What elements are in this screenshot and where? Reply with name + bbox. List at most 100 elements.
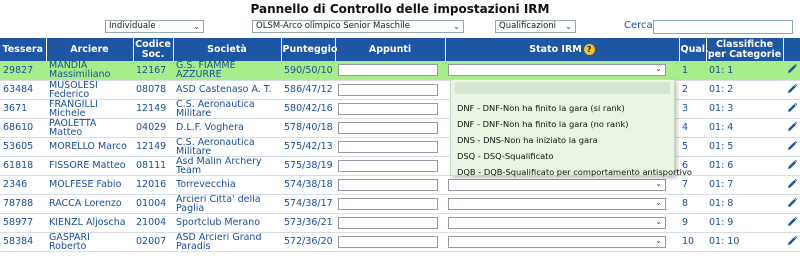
edit-icon[interactable] bbox=[786, 159, 798, 174]
arciere-cell: FRANGILLI Michele bbox=[46, 99, 133, 119]
col-tessera[interactable]: Tessera bbox=[0, 38, 47, 61]
qual-cell: 1 bbox=[679, 61, 706, 81]
appunti-cell bbox=[335, 232, 445, 252]
appunti-input[interactable] bbox=[338, 102, 438, 115]
irm-select[interactable]: ⌄ bbox=[448, 235, 666, 248]
irm-select[interactable]: ⌄ bbox=[448, 64, 666, 77]
edit-cell bbox=[783, 156, 800, 176]
help-icon[interactable]: ? bbox=[583, 44, 595, 55]
edit-cell bbox=[783, 99, 800, 119]
chevron-down-icon: ⌄ bbox=[655, 216, 662, 226]
punteggio-cell: 575/38/19 bbox=[281, 156, 335, 176]
irm-option-dqb[interactable]: DQB - DQB-Squalificato per comportamento… bbox=[451, 164, 692, 180]
edit-icon[interactable] bbox=[786, 83, 798, 98]
table-row: 29827 MANDIA Massimiliano 12167 G.S. FIAMME… bbox=[0, 61, 800, 81]
edit-icon[interactable] bbox=[786, 102, 798, 117]
chevron-down-icon: ⌄ bbox=[655, 197, 662, 207]
irm-option-dnf-norank[interactable]: DNF - DNF-Non ha finito la gara (no rank… bbox=[451, 116, 674, 132]
division-select[interactable]: OLSM-Arco olimpico Senior Maschile ⌄ bbox=[252, 20, 464, 33]
classifica-cell: 01: 1 bbox=[706, 61, 783, 81]
col-classifiche[interactable]: Classifiche per Categorie bbox=[706, 38, 784, 61]
stato-irm-cell: ⌄ bbox=[445, 232, 679, 252]
punteggio-cell: 574/38/18 bbox=[281, 175, 335, 195]
edit-icon[interactable] bbox=[786, 216, 798, 231]
irm-select[interactable]: ⌄ bbox=[448, 178, 666, 191]
societa-cell: Arcieri Citta' della Paglia bbox=[173, 194, 281, 214]
edit-icon[interactable] bbox=[786, 121, 798, 136]
phase-select[interactable]: Qualificazioni ⌄ bbox=[495, 20, 576, 33]
appunti-input[interactable] bbox=[338, 197, 438, 210]
appunti-input[interactable] bbox=[338, 216, 438, 229]
punteggio-cell: 590/50/10 bbox=[281, 61, 335, 81]
table-header-row: Tessera Arciere Codice Soc. Società Punt… bbox=[0, 38, 800, 61]
codice-cell: 21004 bbox=[133, 213, 173, 233]
tessera-cell: 58384 bbox=[0, 232, 46, 252]
irm-option-dsq[interactable]: DSQ - DSQ-Squalificato bbox=[451, 148, 674, 164]
chevron-down-icon: ⌄ bbox=[193, 22, 200, 31]
chevron-down-icon: ⌄ bbox=[453, 22, 460, 31]
punteggio-cell: 572/36/20 bbox=[281, 232, 335, 252]
irm-option-dnf-rank[interactable]: DNF - DNF-Non ha finito la gara (si rank… bbox=[451, 100, 674, 116]
appunti-input[interactable] bbox=[338, 121, 438, 134]
tessera-cell: 53605 bbox=[0, 137, 46, 157]
col-qual[interactable]: Qual. bbox=[679, 38, 709, 61]
appunti-input[interactable] bbox=[338, 159, 438, 172]
classifica-cell: 01: 5 bbox=[706, 137, 783, 157]
col-arciere[interactable]: Arciere bbox=[46, 38, 134, 61]
tessera-cell: 3671 bbox=[0, 99, 46, 119]
search-input[interactable] bbox=[653, 20, 793, 34]
stato-irm-cell: ⌄ bbox=[445, 194, 679, 214]
col-codice[interactable]: Codice Soc. bbox=[133, 38, 174, 61]
qual-cell: 9 bbox=[679, 213, 706, 233]
edit-icon[interactable] bbox=[786, 140, 798, 155]
qual-cell: 7 bbox=[679, 175, 706, 195]
edit-cell bbox=[783, 137, 800, 157]
codice-cell: 12016 bbox=[133, 175, 173, 195]
classifica-cell: 01: 4 bbox=[706, 118, 783, 138]
appunti-input[interactable] bbox=[338, 83, 438, 96]
arciere-cell: RACCA Lorenzo bbox=[46, 194, 133, 214]
societa-cell: ASD Castenaso A. T. bbox=[173, 80, 281, 100]
type-select[interactable]: Individuale ⌄ bbox=[105, 20, 204, 33]
type-select-value: Individuale bbox=[109, 21, 156, 31]
irm-option-blank[interactable] bbox=[455, 82, 670, 94]
societa-cell: C.S. Aeronautica Militare bbox=[173, 99, 281, 119]
col-stato-irm[interactable]: Stato IRM? bbox=[445, 38, 680, 61]
col-appunti[interactable]: Appunti bbox=[335, 38, 446, 61]
table-row: 63484 MUSOLESI Federico 08078 ASD Castenaso… bbox=[0, 80, 800, 100]
edit-cell bbox=[783, 232, 800, 252]
irm-select[interactable]: ⌄ bbox=[448, 197, 666, 210]
irm-select[interactable]: ⌄ bbox=[448, 216, 666, 229]
edit-icon[interactable] bbox=[786, 197, 798, 212]
col-societa[interactable]: Società bbox=[173, 38, 282, 61]
table-row: 78788 RACCA Lorenzo 01004 Arcieri Citta' de… bbox=[0, 194, 800, 214]
archers-table: Tessera Arciere Codice Soc. Società Punt… bbox=[0, 38, 800, 252]
appunti-input[interactable] bbox=[338, 140, 438, 153]
tessera-cell: 29827 bbox=[0, 61, 46, 81]
appunti-cell bbox=[335, 194, 445, 214]
punteggio-cell: 578/40/18 bbox=[281, 118, 335, 138]
edit-icon[interactable] bbox=[786, 178, 798, 193]
punteggio-cell: 575/42/13 bbox=[281, 137, 335, 157]
appunti-cell bbox=[335, 61, 445, 81]
classifica-cell: 01: 10 bbox=[706, 232, 783, 252]
codice-cell: 12149 bbox=[133, 99, 173, 119]
col-punteggio[interactable]: Punteggio bbox=[281, 38, 337, 61]
classifica-cell: 01: 6 bbox=[706, 156, 783, 176]
edit-icon[interactable] bbox=[786, 64, 798, 78]
edit-icon[interactable] bbox=[786, 235, 798, 250]
irm-dropdown-menu: DNF - DNF-Non ha finito la gara (si rank… bbox=[450, 79, 692, 177]
appunti-input[interactable] bbox=[338, 235, 438, 248]
table-row: 53605 MORELLO Marco 12149 C.S. Aeronautica … bbox=[0, 137, 800, 157]
qual-cell: 2 bbox=[679, 80, 706, 100]
tessera-cell: 78788 bbox=[0, 194, 46, 214]
irm-option-dns[interactable]: DNS - DNS-Non ha iniziato la gara bbox=[451, 132, 674, 148]
table-row: 58384 GASPARI Roberto 02007 ASD Arcieri Gra… bbox=[0, 232, 800, 252]
table-row: 68610 PAOLETTA Matteo 04029 D.L.F. Voghera 5… bbox=[0, 118, 800, 138]
appunti-cell bbox=[335, 213, 445, 233]
qual-cell: 5 bbox=[679, 137, 706, 157]
appunti-input[interactable] bbox=[338, 178, 438, 191]
codice-cell: 01004 bbox=[133, 194, 173, 214]
appunti-input[interactable] bbox=[338, 64, 438, 77]
appunti-cell bbox=[335, 118, 445, 138]
